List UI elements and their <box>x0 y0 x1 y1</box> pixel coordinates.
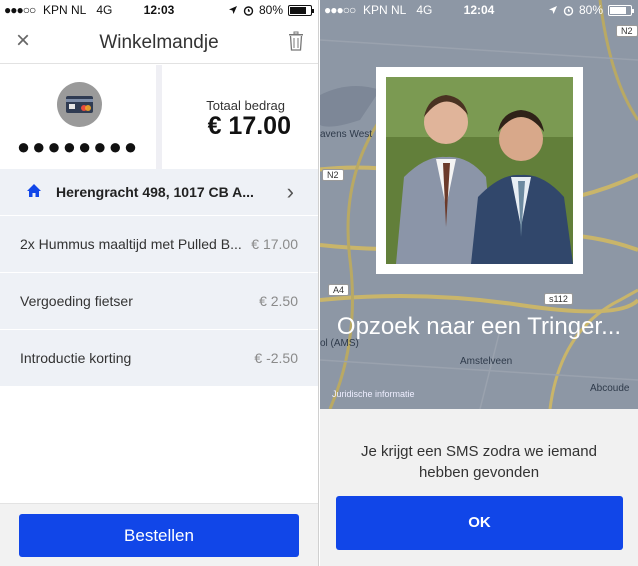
payment-summary: ●●●●●●●● Totaal bedrag € 17.00 <box>0 65 318 169</box>
battery-icon <box>608 4 634 16</box>
road-badge: s112 <box>544 293 573 305</box>
battery-icon <box>288 4 314 16</box>
road-badge: N2 <box>616 25 638 37</box>
ok-button[interactable]: OK <box>336 496 623 550</box>
road-badge: N2 <box>322 169 344 181</box>
payment-method[interactable]: ●●●●●●●● <box>0 65 156 169</box>
total-amount-box: Totaal bedrag € 17.00 <box>162 65 318 169</box>
line-item-price: € 2.50 <box>259 293 298 309</box>
line-item-price: € -2.50 <box>254 350 298 366</box>
bottom-bar: Bestellen <box>0 503 318 566</box>
searching-screen: avens West Amstelveen Abcoude ol (AMS) N… <box>320 0 638 566</box>
card-number-masked: ●●●●●●●● <box>16 134 140 159</box>
location-arrow-icon <box>548 6 557 14</box>
order-button[interactable]: Bestellen <box>19 514 299 557</box>
alarm-icon <box>243 5 254 16</box>
map-background: avens West Amstelveen Abcoude ol (AMS) N… <box>320 0 638 409</box>
alarm-icon <box>563 5 574 16</box>
total-label: Totaal bedrag <box>206 98 285 113</box>
cart-screen: ●●●○○ KPN NL 4G 12:03 80% × Winkelmandje… <box>0 0 319 566</box>
map-label: Abcoude <box>590 383 630 394</box>
location-arrow-icon <box>228 6 237 14</box>
map-label: Amstelveen <box>460 356 513 367</box>
total-value: € 17.00 <box>207 112 291 140</box>
page-title: Winkelmandje <box>99 32 219 53</box>
searching-text: Opzoek naar een Tringer... <box>336 313 622 340</box>
home-icon <box>27 184 41 197</box>
sms-notice: Je krijgt een SMS zodra we iemand hebben… <box>361 443 597 481</box>
delivery-address[interactable]: Herengracht 498, 1017 CB A... › <box>0 169 318 215</box>
line-item: Vergoeding fietser € 2.50 <box>0 273 318 329</box>
address-text: Herengracht 498, 1017 CB A... <box>56 184 254 200</box>
line-item-name: Vergoeding fietser <box>20 293 133 309</box>
chevron-right-icon: › <box>286 179 294 204</box>
battery-percent: 80% <box>578 3 603 17</box>
status-bar: ●●●○○ KPN NL 4G 12:04 80% <box>320 0 638 20</box>
line-item: 2x Hummus maaltijd met Pulled B... € 17.… <box>0 216 318 272</box>
courier-photo-frame <box>376 67 583 274</box>
road-badge: A4 <box>328 284 350 296</box>
courier-photo <box>386 77 573 264</box>
map-attribution[interactable]: Juridische informatie <box>332 389 415 399</box>
line-item-name: Introductie korting <box>20 350 132 366</box>
nav-bar: × Winkelmandje <box>0 20 318 64</box>
battery-percent: 80% <box>258 3 283 17</box>
trash-icon[interactable] <box>288 31 304 56</box>
credit-card-icon <box>66 96 93 113</box>
line-item-price: € 17.00 <box>251 236 298 252</box>
line-item: Introductie korting € -2.50 <box>0 330 318 386</box>
line-item-name: 2x Hummus maaltijd met Pulled B... <box>20 236 242 252</box>
map-label: avens West <box>320 129 373 140</box>
status-bar: ●●●○○ KPN NL 4G 12:03 80% <box>0 0 318 20</box>
